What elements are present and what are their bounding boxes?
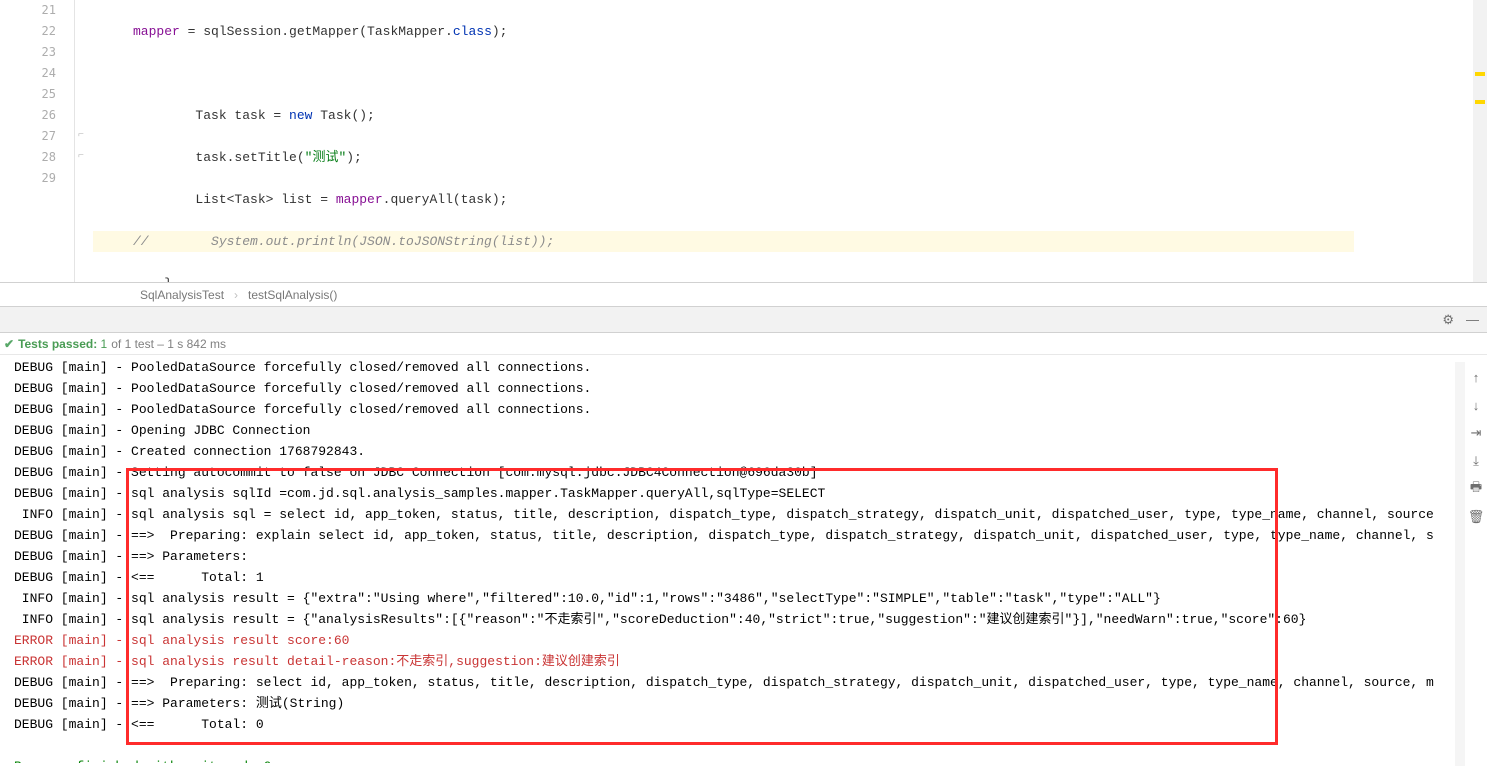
console-line: DEBUG [main] - Opening JDBC Connection xyxy=(14,420,1473,441)
console-line: DEBUG [main] - Setting autocommit to fal… xyxy=(14,462,1473,483)
console-line: DEBUG [main] - ==> Preparing: select id,… xyxy=(14,672,1473,693)
console-line xyxy=(14,735,1473,756)
console-line: DEBUG [main] - PooledDataSource forceful… xyxy=(14,378,1473,399)
editor-stripe[interactable] xyxy=(1473,0,1487,282)
fold-column: ⌐ ⌐ xyxy=(75,0,93,282)
code-keyword: new xyxy=(289,108,312,123)
line-number: 26 xyxy=(0,105,56,126)
tests-time: – 1 s 842 ms xyxy=(154,337,226,351)
soft-wrap-icon[interactable]: ⇥ xyxy=(1471,424,1482,442)
breadcrumb[interactable]: SqlAnalysisTest › testSqlAnalysis() xyxy=(0,282,1487,306)
print-icon[interactable]: 🖶 xyxy=(1470,480,1482,498)
console-line: DEBUG [main] - PooledDataSource forceful… xyxy=(14,399,1473,420)
code-string: "测试" xyxy=(305,150,347,165)
console-line: ERROR [main] - sql analysis result score… xyxy=(14,630,1473,651)
panel-toolbar: ⚙ — xyxy=(0,307,1487,333)
console-output[interactable]: DEBUG [main] - PooledDataSource forceful… xyxy=(0,355,1487,763)
tests-label: Tests passed: xyxy=(18,337,100,351)
scroll-down-icon[interactable]: ↓ xyxy=(1473,396,1480,414)
code-field: mapper xyxy=(336,192,383,207)
minimize-icon[interactable]: — xyxy=(1466,312,1479,327)
gear-icon[interactable]: ⚙ xyxy=(1442,312,1454,328)
line-number: 23 xyxy=(0,42,56,63)
breadcrumb-class[interactable]: SqlAnalysisTest xyxy=(140,288,224,302)
console-line: DEBUG [main] - ==> Preparing: explain se… xyxy=(14,525,1473,546)
console-line: DEBUG [main] - <== Total: 1 xyxy=(14,567,1473,588)
scroll-up-icon[interactable]: ↑ xyxy=(1473,368,1480,386)
code-editor[interactable]: 21 22 23 24 25 26 27 28 29 ⌐ ⌐ mapper = … xyxy=(0,0,1487,282)
console-scrollbar[interactable] xyxy=(1455,362,1465,766)
line-gutter: 21 22 23 24 25 26 27 28 29 xyxy=(0,0,75,282)
code-text: ); xyxy=(346,150,362,165)
fold-end-icon[interactable]: ⌐ xyxy=(78,130,88,140)
console-line: DEBUG [main] - PooledDataSource forceful… xyxy=(14,357,1473,378)
console-line: DEBUG [main] - ==> Parameters: 测试(String… xyxy=(14,693,1473,714)
console-line: DEBUG [main] - <== Total: 0 xyxy=(14,714,1473,735)
scroll-end-icon[interactable]: ⤓ xyxy=(1473,452,1479,470)
tests-total: of 1 test xyxy=(111,337,154,351)
run-panel: ⚙ — ✔ Tests passed: 1 of 1 test – 1 s 84… xyxy=(0,306,1487,763)
console-line: DEBUG [main] - ==> Parameters: xyxy=(14,546,1473,567)
tests-passed-count: 1 xyxy=(101,337,108,351)
console-side-toolbar: ↑ ↓ ⇥ ⤓ 🖶 🗑 xyxy=(1465,362,1487,526)
code-text: Task(); xyxy=(312,108,374,123)
line-number: 29 xyxy=(0,168,56,189)
console-line: Process finished with exit code 0 xyxy=(14,756,1473,763)
breadcrumb-method[interactable]: testSqlAnalysis() xyxy=(248,288,337,302)
breadcrumb-sep-icon: › xyxy=(234,288,238,302)
code-comment: // System.out.println(JSON.toJSONString(… xyxy=(133,234,554,249)
line-number: 22 xyxy=(0,21,56,42)
line-number: 28 xyxy=(0,147,56,168)
console-line: INFO [main] - sql analysis sql = select … xyxy=(14,504,1473,525)
console-line: DEBUG [main] - Created connection 176879… xyxy=(14,441,1473,462)
warning-marker[interactable] xyxy=(1475,72,1485,76)
console-line: INFO [main] - sql analysis result = {"an… xyxy=(14,609,1473,630)
check-icon: ✔ xyxy=(4,337,14,351)
console-line: INFO [main] - sql analysis result = {"ex… xyxy=(14,588,1473,609)
console-line: DEBUG [main] - sql analysis sqlId =com.j… xyxy=(14,483,1473,504)
code-text: task.setTitle( xyxy=(133,150,305,165)
console-line: ERROR [main] - sql analysis result detai… xyxy=(14,651,1473,672)
line-number: 21 xyxy=(0,0,56,21)
code-content[interactable]: mapper = sqlSession.getMapper(TaskMapper… xyxy=(93,0,1487,282)
code-text: List<Task> list = xyxy=(133,192,336,207)
fold-end-icon[interactable]: ⌐ xyxy=(78,151,88,161)
code-text: Task task = xyxy=(133,108,289,123)
clear-icon[interactable]: 🗑 xyxy=(1468,508,1485,526)
line-number: 25 xyxy=(0,84,56,105)
line-number: 27 xyxy=(0,126,56,147)
code-text: } xyxy=(133,273,1487,282)
warning-marker[interactable] xyxy=(1475,100,1485,104)
code-text: .queryAll(task); xyxy=(383,192,508,207)
line-number: 24 xyxy=(0,63,56,84)
test-status-bar: ✔ Tests passed: 1 of 1 test – 1 s 842 ms xyxy=(0,333,1487,355)
